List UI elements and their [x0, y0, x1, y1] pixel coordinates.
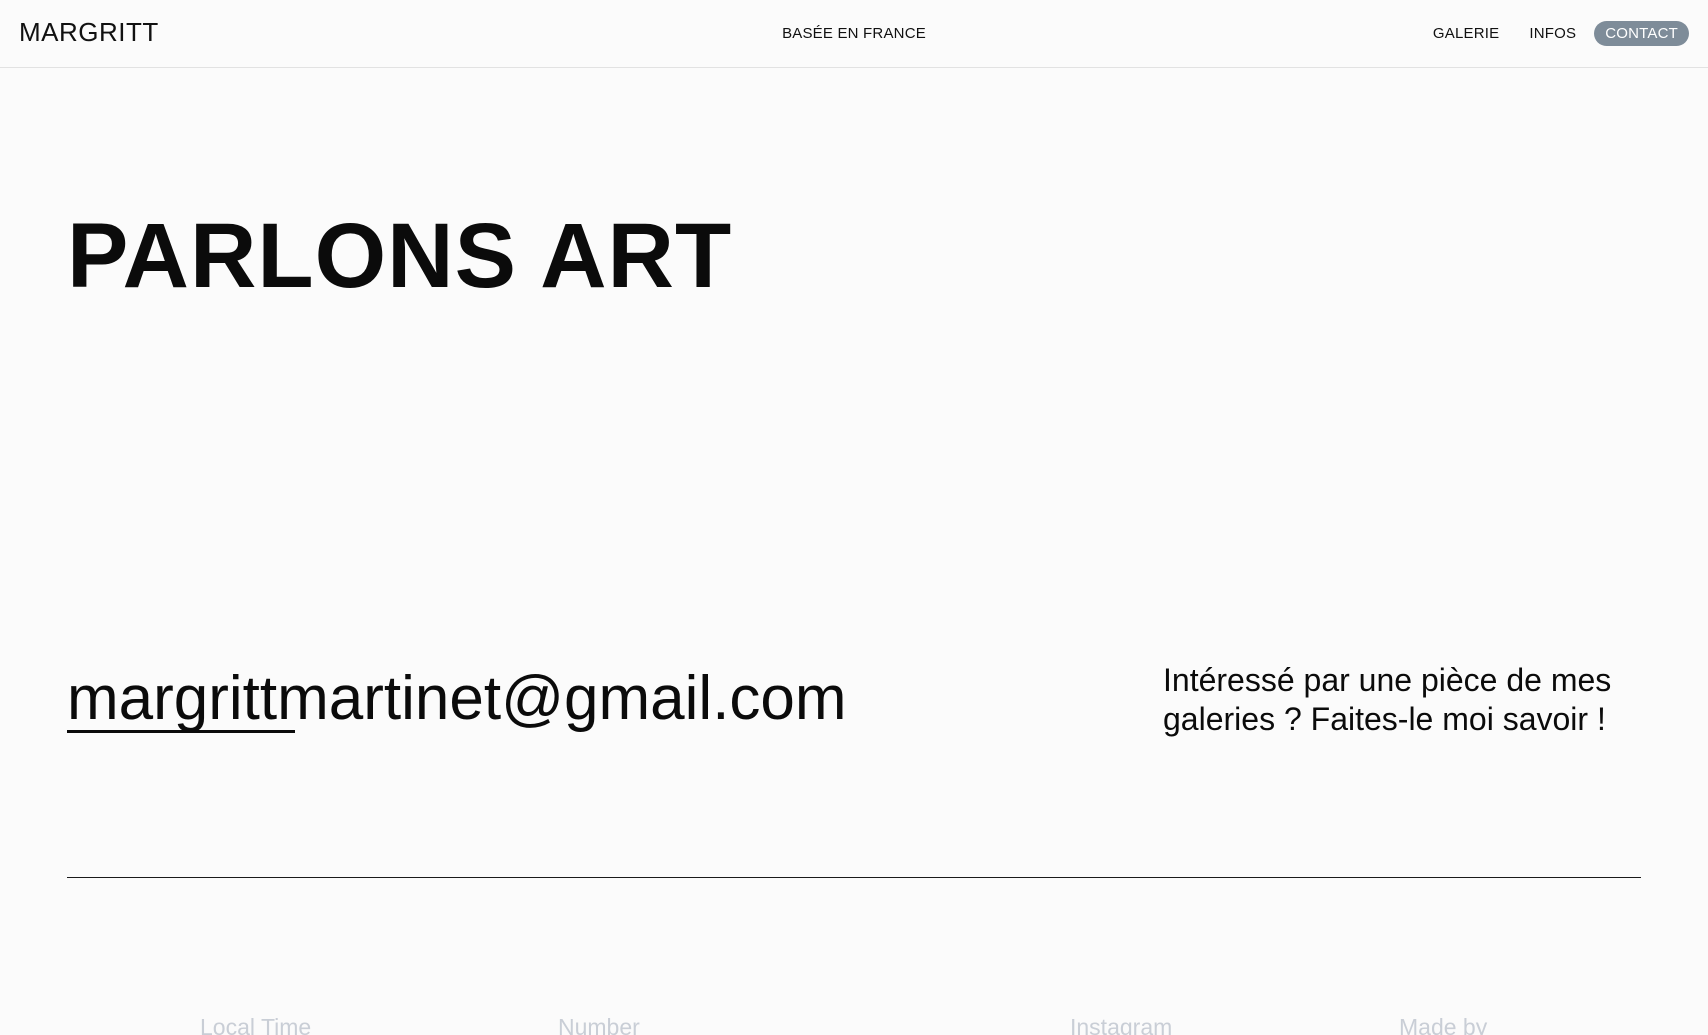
nav-item-contact[interactable]: CONTACT — [1594, 21, 1689, 46]
nav-item-infos[interactable]: INFOS — [1517, 21, 1588, 46]
contact-blurb-line-2: galeries ? Faites-le moi savoir ! — [1163, 701, 1606, 737]
footer-label-instagram: Instagram — [1070, 1014, 1173, 1035]
footer-label-number: Number — [558, 1014, 640, 1035]
contact-blurb: Intéressé par une pièce de mes galeries … — [1163, 661, 1663, 739]
contact-page: MARGRITT BASÉE EN FRANCE GALERIE INFOS C… — [0, 0, 1708, 1035]
email-underline-decoration — [67, 730, 295, 733]
main-nav: GALERIE INFOS CONTACT — [1421, 21, 1689, 46]
nav-item-galerie[interactable]: GALERIE — [1421, 21, 1511, 46]
email-link[interactable]: margrittmartinet@gmail.com — [67, 668, 847, 730]
page-title: PARLONS ART — [67, 205, 733, 307]
footer-label-made-by: Made by — [1399, 1014, 1488, 1035]
footer-label-local-time: Local Time — [200, 1014, 312, 1035]
section-divider — [67, 877, 1641, 878]
site-header: MARGRITT BASÉE EN FRANCE GALERIE INFOS C… — [0, 0, 1708, 68]
contact-blurb-line-1: Intéressé par une pièce de mes — [1163, 662, 1612, 698]
